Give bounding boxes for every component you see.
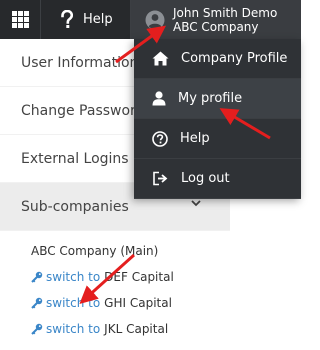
switch-company-link[interactable]: switch to: [46, 296, 100, 310]
logout-icon: [153, 171, 168, 186]
question-icon: [61, 9, 73, 28]
menu-item-label: My profile: [178, 91, 243, 106]
company-name: DEF Capital: [104, 270, 174, 284]
side-item-label: Change Password: [21, 102, 145, 119]
user-account-button[interactable]: John Smith Demo ABC Company: [131, 0, 301, 39]
menu-item-log-out[interactable]: Log out: [134, 159, 301, 199]
side-item-label: Sub-companies: [21, 198, 129, 215]
menu-item-my-profile[interactable]: My profile: [134, 79, 301, 119]
user-company: ABC Company: [173, 19, 259, 34]
grid-icon: [11, 11, 29, 28]
side-item-label: External Logins: [21, 150, 129, 167]
help-label: Help: [83, 12, 113, 27]
help-button[interactable]: Help: [41, 0, 131, 39]
switch-company-link[interactable]: switch to: [46, 270, 100, 284]
chevron-down-icon: [191, 200, 201, 207]
key-icon: [31, 323, 43, 335]
key-icon: [31, 297, 43, 309]
side-item-label: User Information: [21, 54, 139, 71]
user-dropdown-menu: Company Profile My profile Help Log out: [134, 39, 301, 199]
question-circle-icon: [152, 130, 168, 147]
menu-item-label: Help: [180, 131, 210, 146]
user-name: John Smith Demo: [173, 5, 278, 20]
menu-item-help[interactable]: Help: [134, 119, 301, 159]
main-company: ABC Company (Main): [31, 244, 159, 258]
home-icon: [152, 51, 169, 66]
list-item: switch to GHI Capital: [31, 290, 174, 316]
apps-menu-button[interactable]: [0, 0, 41, 39]
key-icon: [31, 271, 43, 283]
company-name: GHI Capital: [104, 296, 172, 310]
user-icon: [145, 10, 165, 29]
list-item: switch to JKL Capital: [31, 316, 174, 342]
switch-company-link[interactable]: switch to: [46, 322, 100, 336]
menu-item-label: Company Profile: [181, 51, 288, 66]
menu-item-label: Log out: [181, 171, 230, 186]
sub-companies-list: ABC Company (Main) switch to DEF Capital…: [31, 238, 174, 342]
user-icon: [152, 91, 166, 106]
company-name: JKL Capital: [104, 322, 169, 336]
menu-item-company-profile[interactable]: Company Profile: [134, 39, 301, 79]
list-item: switch to DEF Capital: [31, 264, 174, 290]
top-bar: Help John Smith Demo ABC Company: [0, 0, 301, 39]
